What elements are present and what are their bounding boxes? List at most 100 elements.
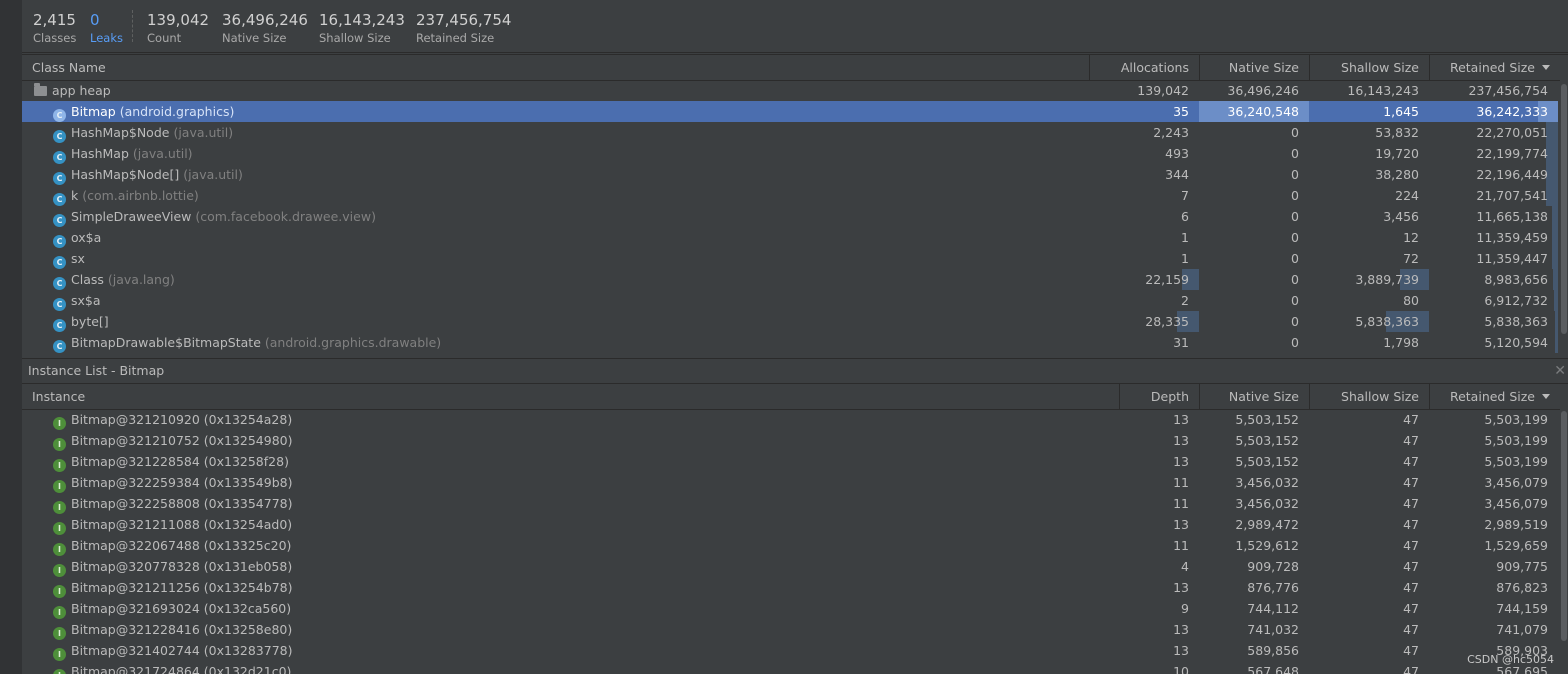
- class-icon: C: [53, 214, 66, 227]
- native-size-value: 36,496,246: [222, 11, 308, 29]
- instance-table-header: Instance Depth Native Size Shallow Size …: [22, 383, 1568, 410]
- leaks-value[interactable]: 0: [90, 10, 123, 30]
- class-name: sx: [71, 251, 85, 266]
- class-row[interactable]: C Class (java.lang) 22,159 0 3,889,739 8,983,…: [22, 269, 1558, 290]
- instance-shallow-size: 47: [1403, 475, 1419, 490]
- column-depth[interactable]: Depth: [1119, 384, 1199, 409]
- class-table-scrollbar-thumb[interactable]: [1561, 84, 1567, 334]
- instance-row[interactable]: I Bitmap@322067488 (0x13325c20) 11 1,529,61…: [22, 535, 1558, 556]
- instance-depth: 10: [1173, 664, 1189, 674]
- class-retained-size: 21,707,541: [1476, 188, 1548, 203]
- class-allocations-cell: 31: [1089, 332, 1199, 353]
- class-native-size-cell: 36,240,548: [1199, 101, 1309, 122]
- class-table-scrollbar[interactable]: [1560, 80, 1568, 358]
- instance-row[interactable]: I Bitmap@321210920 (0x13254a28) 13 5,503,15…: [22, 409, 1558, 430]
- class-row[interactable]: Csx$a 2 0 80 6,912,732: [22, 290, 1558, 311]
- column-retained-size[interactable]: Retained Size: [1429, 55, 1560, 80]
- class-retained-size: 11,359,459: [1476, 230, 1548, 245]
- class-allocations: 344: [1165, 167, 1189, 182]
- class-row[interactable]: C HashMap$Node[] (java.util) 344 0 38,280 22,…: [22, 164, 1558, 185]
- class-row[interactable]: C Bitmap (android.graphics) 35 36,240,548 1,…: [22, 101, 1558, 122]
- instance-retained-size: 1,529,659: [1484, 538, 1548, 553]
- instance-name: Bitmap@321211256 (0x13254b78): [71, 580, 293, 595]
- column-shallow-size[interactable]: Shallow Size: [1309, 55, 1429, 80]
- class-allocations-cell: 493: [1089, 143, 1199, 164]
- instance-retained-size: 876,823: [1496, 580, 1548, 595]
- instance-name: Bitmap@321228584 (0x13258f28): [71, 454, 289, 469]
- class-row[interactable]: C HashMap (java.util) 493 0 19,720 22,199,774: [22, 143, 1558, 164]
- class-native-size-cell: 0: [1199, 227, 1309, 248]
- class-name: HashMap$Node: [71, 125, 170, 140]
- class-row[interactable]: C BitmapDrawable$BitmapState (android.gra…: [22, 332, 1558, 353]
- instance-table-scrollbar-thumb[interactable]: [1561, 411, 1567, 641]
- class-icon: C: [53, 340, 66, 353]
- instance-depth: 13: [1173, 433, 1189, 448]
- class-row[interactable]: Csx 1 0 72 11,359,447: [22, 248, 1558, 269]
- class-native-size-cell: 0: [1199, 206, 1309, 227]
- instance-icon: I: [53, 501, 66, 514]
- class-shallow-size-cell: 1,645: [1309, 101, 1429, 122]
- leaks-stat[interactable]: 0 Leaks: [90, 10, 123, 45]
- instance-row[interactable]: I Bitmap@321210752 (0x13254980) 13 5,503,15…: [22, 430, 1558, 451]
- instance-retained-size: 744,159: [1496, 601, 1548, 616]
- instance-shallow-size: 47: [1403, 496, 1419, 511]
- instance-shallow-size: 47: [1403, 643, 1419, 658]
- instance-row[interactable]: I Bitmap@321724864 (0x132d21c0) 10 567,648 4…: [22, 661, 1558, 674]
- column-shallow-size[interactable]: Shallow Size: [1309, 384, 1429, 409]
- class-row[interactable]: Cox$a 1 0 12 11,359,459: [22, 227, 1558, 248]
- instance-row[interactable]: I Bitmap@322258808 (0x13354778) 11 3,456,03…: [22, 493, 1558, 514]
- size-bar: [1552, 206, 1558, 227]
- close-icon[interactable]: ✕: [1554, 359, 1566, 383]
- column-native-size[interactable]: Native Size: [1199, 384, 1309, 409]
- instance-table-body: I Bitmap@321210920 (0x13254a28) 13 5,503,15…: [22, 409, 1568, 674]
- class-name-cell: C HashMap$Node (java.util): [53, 122, 1083, 143]
- instance-native-size: 876,776: [1247, 580, 1299, 595]
- instance-row[interactable]: I Bitmap@321693024 (0x132ca560) 9 744,112 47…: [22, 598, 1558, 619]
- column-class-name[interactable]: Class Name: [22, 55, 1089, 80]
- column-allocations[interactable]: Allocations: [1089, 55, 1199, 80]
- class-retained-size-cell: 11,665,138: [1429, 206, 1558, 227]
- instance-name-cell: I Bitmap@321211256 (0x13254b78): [53, 577, 1113, 598]
- class-retained-size: 5,120,594: [1484, 335, 1548, 350]
- column-instance[interactable]: Instance: [22, 384, 1119, 409]
- instance-retained-size: 5,503,199: [1484, 454, 1548, 469]
- class-name: HashMap: [71, 146, 129, 161]
- instance-row[interactable]: I Bitmap@321402744 (0x13283778) 13 589,856 4…: [22, 640, 1558, 661]
- class-native-size: 36,240,548: [1227, 104, 1299, 119]
- instance-row[interactable]: I Bitmap@322259384 (0x133549b8) 11 3,456,03…: [22, 472, 1558, 493]
- class-name: SimpleDraweeView: [71, 209, 192, 224]
- class-shallow-size-cell: 3,889,739: [1309, 269, 1429, 290]
- retained-size-value: 237,456,754: [416, 11, 512, 29]
- class-name: byte[]: [71, 314, 109, 329]
- instance-name: Bitmap@321228416 (0x13258e80): [71, 622, 293, 637]
- instance-table-scrollbar[interactable]: [1560, 409, 1568, 674]
- folder-icon: [34, 83, 47, 96]
- instance-row[interactable]: I Bitmap@321211088 (0x13254ad0) 13 2,989,47…: [22, 514, 1558, 535]
- heap-root-row[interactable]: app heap 139,042 36,496,246 16,143,243 2…: [22, 80, 1558, 101]
- class-allocations: 28,335: [1145, 314, 1189, 329]
- class-shallow-size-cell: 72: [1309, 248, 1429, 269]
- class-name: Bitmap: [71, 104, 116, 119]
- instance-row[interactable]: I Bitmap@321228416 (0x13258e80) 13 741,032 4…: [22, 619, 1558, 640]
- instance-name: Bitmap@322258808 (0x13354778): [71, 496, 293, 511]
- class-name-cell: Cbyte[]: [53, 311, 1083, 332]
- instance-native-size: 3,456,032: [1235, 475, 1299, 490]
- class-row[interactable]: Cbyte[] 28,335 0 5,838,363 5,838,363: [22, 311, 1558, 332]
- instance-name-cell: I Bitmap@321210752 (0x13254980): [53, 430, 1113, 451]
- instance-row[interactable]: I Bitmap@321228584 (0x13258f28) 13 5,503,15…: [22, 451, 1558, 472]
- instance-row[interactable]: I Bitmap@320778328 (0x131eb058) 4 909,728 47…: [22, 556, 1558, 577]
- class-shallow-size: 12: [1403, 230, 1419, 245]
- column-native-size[interactable]: Native Size: [1199, 55, 1309, 80]
- class-row[interactable]: Ck (com.airbnb.lottie) 7 0 224 21,707,541: [22, 185, 1558, 206]
- instance-native-size: 5,503,152: [1235, 412, 1299, 427]
- class-shallow-size-cell: 1,798: [1309, 332, 1429, 353]
- instance-icon: I: [53, 417, 66, 430]
- class-name: k: [71, 188, 79, 203]
- class-row[interactable]: C SimpleDraweeView (com.facebook.drawee.v…: [22, 206, 1558, 227]
- column-retained-size[interactable]: Retained Size: [1429, 384, 1560, 409]
- leaks-label[interactable]: Leaks: [90, 31, 123, 45]
- instance-row[interactable]: I Bitmap@321211256 (0x13254b78) 13 876,776 4…: [22, 577, 1558, 598]
- classes-value: 2,415: [33, 11, 76, 29]
- instance-native-size: 589,856: [1247, 643, 1299, 658]
- class-row[interactable]: C HashMap$Node (java.util) 2,243 0 53,832 22,…: [22, 122, 1558, 143]
